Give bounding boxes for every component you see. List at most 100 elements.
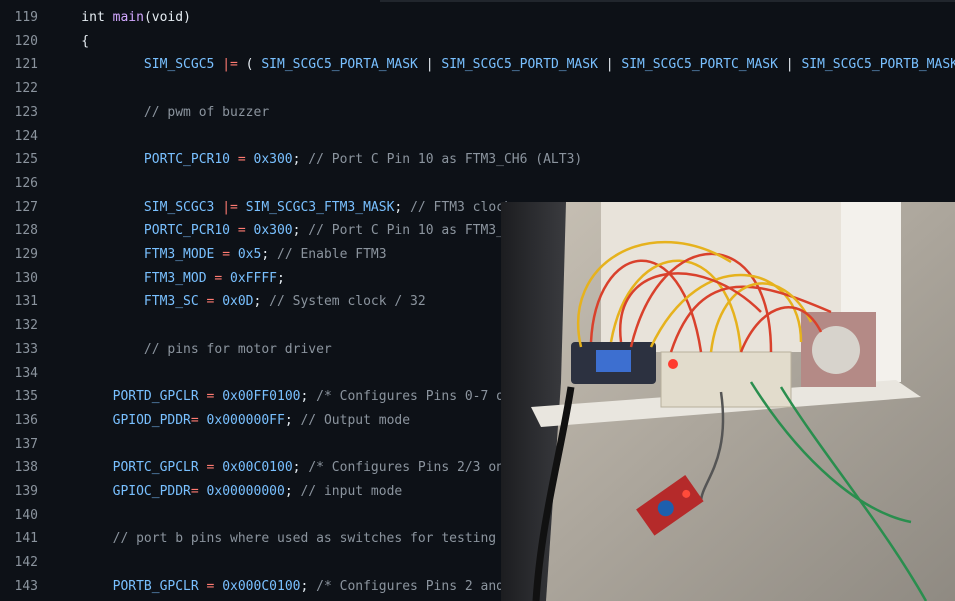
- code-token: SIM_SCGC5_PORTA_MASK: [261, 57, 418, 73]
- code-line[interactable]: 125 PORTC_PCR10 = 0x300; // Port C Pin 1…: [0, 148, 955, 172]
- photo-illustration: [501, 202, 955, 601]
- editor-divider: [380, 0, 955, 2]
- line-number: 129: [14, 247, 38, 262]
- line-number: 123: [14, 104, 38, 120]
- code-token: 0x300: [253, 223, 293, 239]
- code-token: 0x300: [253, 152, 293, 168]
- code-token: int: [50, 10, 113, 25]
- code-token: 0x5: [237, 247, 262, 262]
- code-text: GPIOD_PDDR= 0x000000FF; // Output mode: [50, 409, 410, 433]
- line-number: 141: [14, 531, 38, 547]
- code-token: ;: [292, 152, 309, 168]
- line-number: 134: [14, 365, 38, 381]
- code-token: // Output mode: [300, 412, 411, 428]
- code-token: GPIOC_PDDR: [50, 484, 191, 499]
- code-line[interactable]: 120 {: [0, 30, 955, 54]
- line-number: 131: [14, 294, 38, 310]
- code-token: // port b pins where used as switches fo…: [50, 531, 497, 547]
- code-token: |: [597, 57, 622, 73]
- code-token: // pins for motor driver: [50, 341, 332, 357]
- code-token: /* Configures Pins 2 and: [316, 578, 504, 594]
- code-token: SIM_SCGC5_PORTD_MASK: [441, 57, 598, 73]
- code-token: =: [190, 412, 199, 428]
- breadboard-circuit-photo: [501, 202, 955, 601]
- line-number: 137: [14, 436, 38, 452]
- code-token: GPIOD_PDDR: [50, 412, 191, 428]
- code-token: // Port C Pin 10 as FTM3_: [308, 223, 504, 239]
- line-number: 143: [14, 578, 38, 594]
- code-token: 0x00FF0100: [222, 389, 301, 405]
- code-token: // FTM3 clock: [410, 199, 512, 215]
- code-token: =: [190, 484, 199, 499]
- line-number: 136: [14, 412, 38, 428]
- line-number: 139: [14, 484, 38, 499]
- code-token: SIM_SCGC3_FTM3_MASK: [245, 199, 395, 215]
- code-text: int main(void): [50, 6, 191, 30]
- code-token: (: [237, 57, 262, 73]
- code-text: PORTC_PCR10 = 0x300; // Port C Pin 10 as…: [50, 219, 504, 243]
- code-text: FTM3_SC = 0x0D; // System clock / 32: [50, 290, 426, 314]
- code-line[interactable]: 122: [0, 77, 955, 101]
- line-number: 122: [14, 81, 38, 97]
- code-token: main: [112, 10, 144, 25]
- code-text: {: [50, 30, 89, 54]
- code-token: ;: [300, 578, 317, 594]
- line-number: 120: [14, 33, 38, 49]
- code-token: // Port C Pin 10 as FTM3_CH6 (ALT3): [308, 152, 583, 168]
- code-token: 0xFFFF: [230, 270, 277, 286]
- code-token: PORTC_GPCLR: [50, 460, 199, 476]
- code-token: // input mode: [300, 484, 403, 499]
- code-token: /* Configures Pins 0-7 o: [316, 389, 504, 405]
- code-token: 0x000C0100: [222, 578, 301, 594]
- code-token: =: [237, 152, 246, 168]
- code-token: PORTD_GPCLR: [50, 389, 199, 405]
- code-text: PORTC_PCR10 = 0x300; // Port C Pin 10 as…: [50, 148, 582, 172]
- code-token: // pwm of buzzer: [50, 104, 270, 120]
- code-token: ;: [261, 247, 277, 262]
- code-text: PORTD_GPCLR = 0x00FF0100; /* Configures …: [50, 385, 504, 409]
- code-line[interactable]: 119 int main(void): [0, 6, 955, 30]
- code-text: // pwm of buzzer: [50, 101, 269, 125]
- code-token: |=: [222, 57, 238, 73]
- code-text: // port b pins where used as switches fo…: [50, 527, 497, 551]
- code-line[interactable]: 124: [0, 125, 955, 149]
- line-number: 119: [14, 10, 38, 25]
- line-number: 124: [14, 128, 38, 144]
- code-token: // System clock / 32: [269, 294, 426, 310]
- code-token: /* Configures Pins 2/3 on: [308, 460, 504, 476]
- code-token: ;: [253, 294, 270, 310]
- code-token: PORTC_PCR10: [50, 223, 231, 239]
- code-text: FTM3_MOD = 0xFFFF;: [50, 267, 285, 291]
- line-number: 135: [14, 389, 38, 405]
- line-number: 140: [14, 507, 38, 523]
- code-text: PORTB_GPCLR = 0x000C0100; /* Configures …: [50, 575, 504, 599]
- code-token: SIM_SCGC5: [50, 57, 215, 73]
- line-number: 128: [14, 223, 38, 239]
- line-number: 121: [14, 57, 38, 73]
- code-token: ;: [277, 270, 285, 286]
- code-line[interactable]: 121 SIM_SCGC5 |= ( SIM_SCGC5_PORTA_MASK …: [0, 53, 955, 77]
- code-token: |=: [222, 199, 238, 215]
- code-token: 0x000000FF: [206, 412, 285, 428]
- code-token: (void): [143, 10, 191, 25]
- code-line[interactable]: 126: [0, 172, 955, 196]
- code-token: {: [50, 33, 90, 49]
- code-token: 0x00C0100: [222, 460, 293, 476]
- code-token: // Enable FTM3: [277, 247, 387, 262]
- line-number: 126: [14, 175, 38, 191]
- code-line[interactable]: 123 // pwm of buzzer: [0, 101, 955, 125]
- line-number: 142: [14, 555, 38, 571]
- code-token: =: [237, 223, 246, 239]
- code-token: |: [777, 57, 802, 73]
- code-token: ;: [292, 460, 309, 476]
